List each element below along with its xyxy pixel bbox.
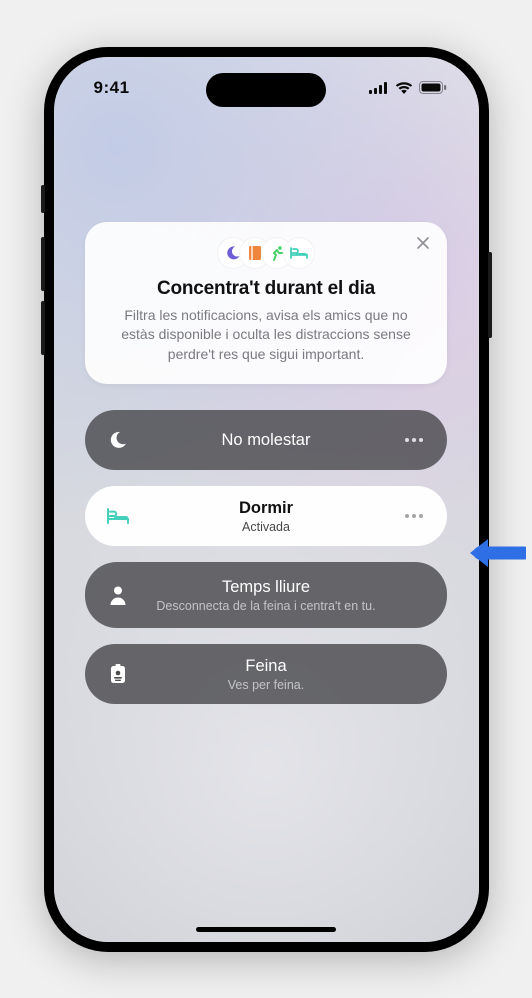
phone-frame: 9:41 (44, 47, 489, 952)
focus-item-subtitle: Ves per feina. (131, 678, 401, 692)
focus-item-label: Feina (131, 657, 401, 676)
focus-item-sleep[interactable]: Dormir Activada (85, 486, 447, 546)
close-button[interactable] (413, 234, 433, 254)
home-indicator[interactable] (196, 927, 336, 932)
status-indicators (369, 81, 453, 94)
volume-up-button (41, 237, 45, 291)
focus-mode-list: No molestar Dormir Activada (85, 410, 447, 704)
silence-switch (41, 185, 45, 213)
close-icon (417, 237, 429, 249)
focus-item-label: Temps lliure (131, 578, 401, 597)
focus-item-work[interactable]: Feina Ves per feina. (85, 644, 447, 704)
person-icon (105, 585, 131, 605)
focus-item-subtitle: Desconnecta de la feina i centra't en tu… (131, 599, 401, 613)
screen: 9:41 (54, 57, 479, 942)
callout-arrow-icon (466, 536, 526, 570)
focus-item-label: No molestar (131, 431, 401, 450)
more-button[interactable] (401, 513, 427, 519)
focus-overlay: Concentra't durant el dia Filtra les not… (54, 57, 479, 942)
power-button (488, 252, 492, 338)
ellipsis-icon (404, 513, 424, 519)
intro-title: Concentra't durant el dia (107, 278, 425, 300)
more-button[interactable] (401, 437, 427, 443)
focus-item-subtitle: Activada (131, 520, 401, 534)
moon-icon (105, 430, 131, 450)
battery-icon (419, 81, 447, 94)
wifi-icon (395, 82, 413, 94)
badge-icon (105, 664, 131, 684)
focus-item-personal[interactable]: Temps lliure Desconnecta de la feina i c… (85, 562, 447, 628)
focus-intro-card: Concentra't durant el dia Filtra les not… (85, 222, 447, 385)
ellipsis-icon (404, 437, 424, 443)
focus-item-label: Dormir (131, 499, 401, 518)
bed-icon (284, 238, 314, 268)
intro-icon-row (107, 238, 425, 268)
intro-description: Filtra les notificacions, avisa els amic… (107, 306, 425, 365)
bed-icon (105, 508, 131, 524)
dynamic-island (206, 73, 326, 107)
focus-item-dnd[interactable]: No molestar (85, 410, 447, 470)
cellular-icon (369, 82, 389, 94)
volume-down-button (41, 301, 45, 355)
status-time: 9:41 (80, 78, 130, 98)
